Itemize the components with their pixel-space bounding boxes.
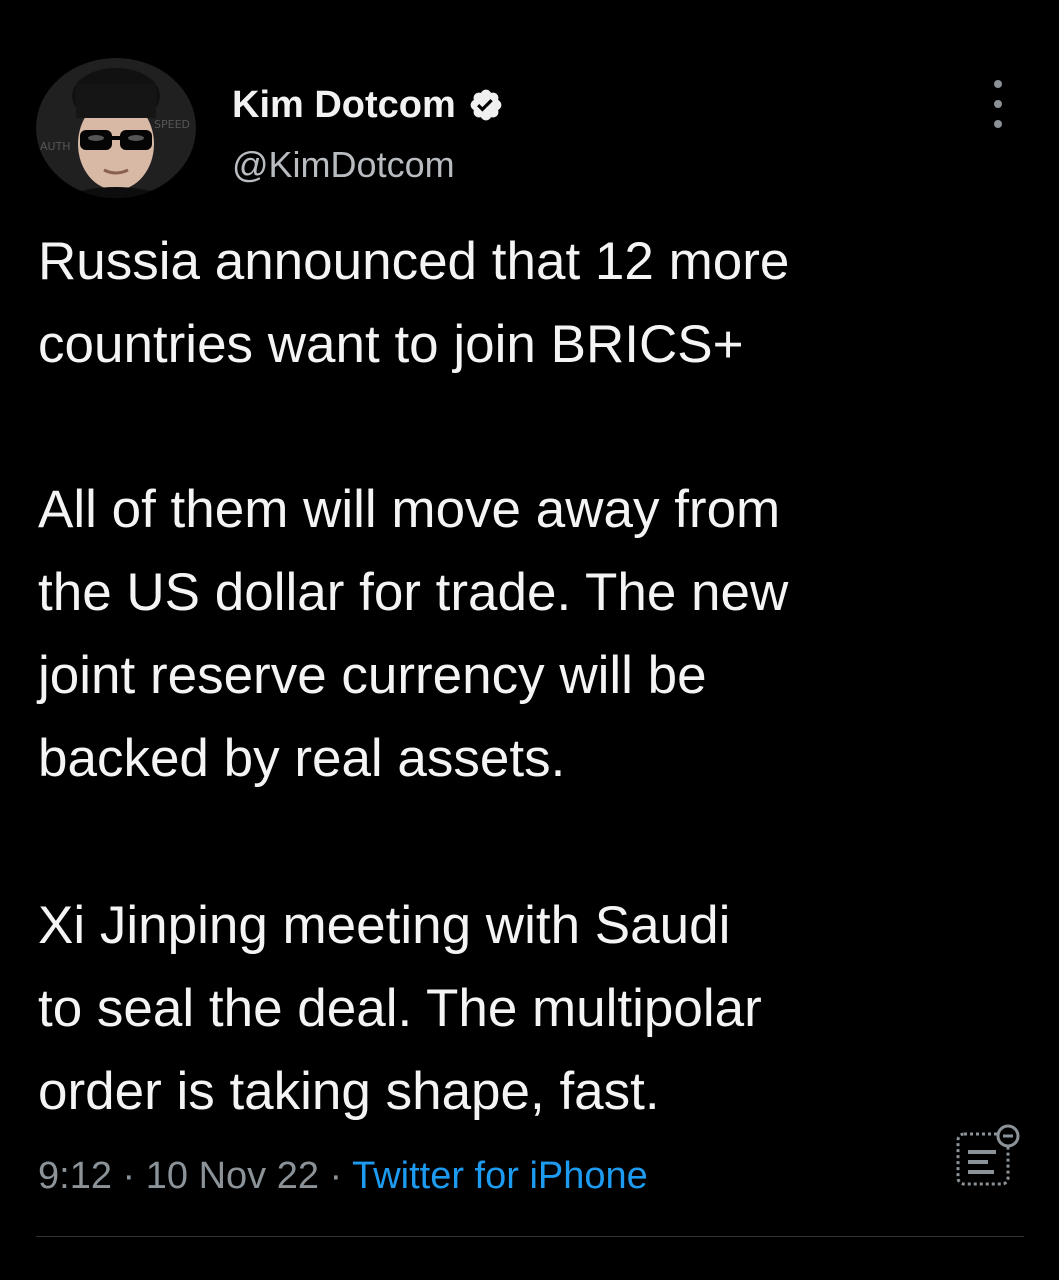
- author-row[interactable]: Kim Dotcom: [232, 80, 504, 130]
- handle[interactable]: @KimDotcom: [232, 144, 455, 186]
- tweet-line: All of them will move away from: [38, 480, 781, 539]
- tweet-line: joint reserve currency will be: [38, 646, 707, 705]
- more-options-icon[interactable]: [986, 80, 1010, 128]
- view-analytics-icon[interactable]: [952, 1120, 1024, 1192]
- separator: ·: [329, 1155, 353, 1197]
- tweet-date[interactable]: 10 Nov 22: [146, 1155, 319, 1197]
- tweet-time[interactable]: 9:12: [38, 1155, 112, 1197]
- tweet: AUTH SPEED Kim Dotcom @KimDotcom Russia …: [0, 0, 1059, 1280]
- verified-badge-icon: [470, 89, 502, 121]
- tweet-source-link[interactable]: Twitter for iPhone: [352, 1155, 648, 1197]
- tweet-paragraph-2: All of them will move away from the US d…: [38, 468, 1028, 800]
- tweet-line: Xi Jinping meeting with Saudi: [38, 896, 731, 955]
- tweet-paragraph-3: Xi Jinping meeting with Saudi to seal th…: [38, 884, 1028, 1133]
- more-dot: [994, 120, 1002, 128]
- avatar-bg-text-a: AUTH: [40, 140, 71, 153]
- tweet-paragraph-1: Russia announced that 12 more countries …: [38, 220, 1028, 386]
- tweet-line: to seal the deal. The multipolar: [38, 979, 762, 1038]
- avatar[interactable]: AUTH SPEED: [36, 58, 196, 198]
- more-dot: [994, 80, 1002, 88]
- more-dot: [994, 100, 1002, 108]
- tweet-line: order is taking shape, fast.: [38, 1062, 660, 1121]
- tweet-metadata: 9:12 · 10 Nov 22 · Twitter for iPhone: [38, 1152, 648, 1200]
- tweet-line: the US dollar for trade. The new: [38, 563, 789, 622]
- tweet-line: backed by real assets.: [38, 729, 566, 788]
- display-name[interactable]: Kim Dotcom: [232, 84, 456, 127]
- divider: [36, 1236, 1024, 1237]
- avatar-bg-text-b: SPEED: [154, 118, 190, 131]
- tweet-line: countries want to join BRICS+: [38, 315, 744, 374]
- separator: ·: [122, 1155, 146, 1197]
- tweet-line: Russia announced that 12 more: [38, 232, 790, 291]
